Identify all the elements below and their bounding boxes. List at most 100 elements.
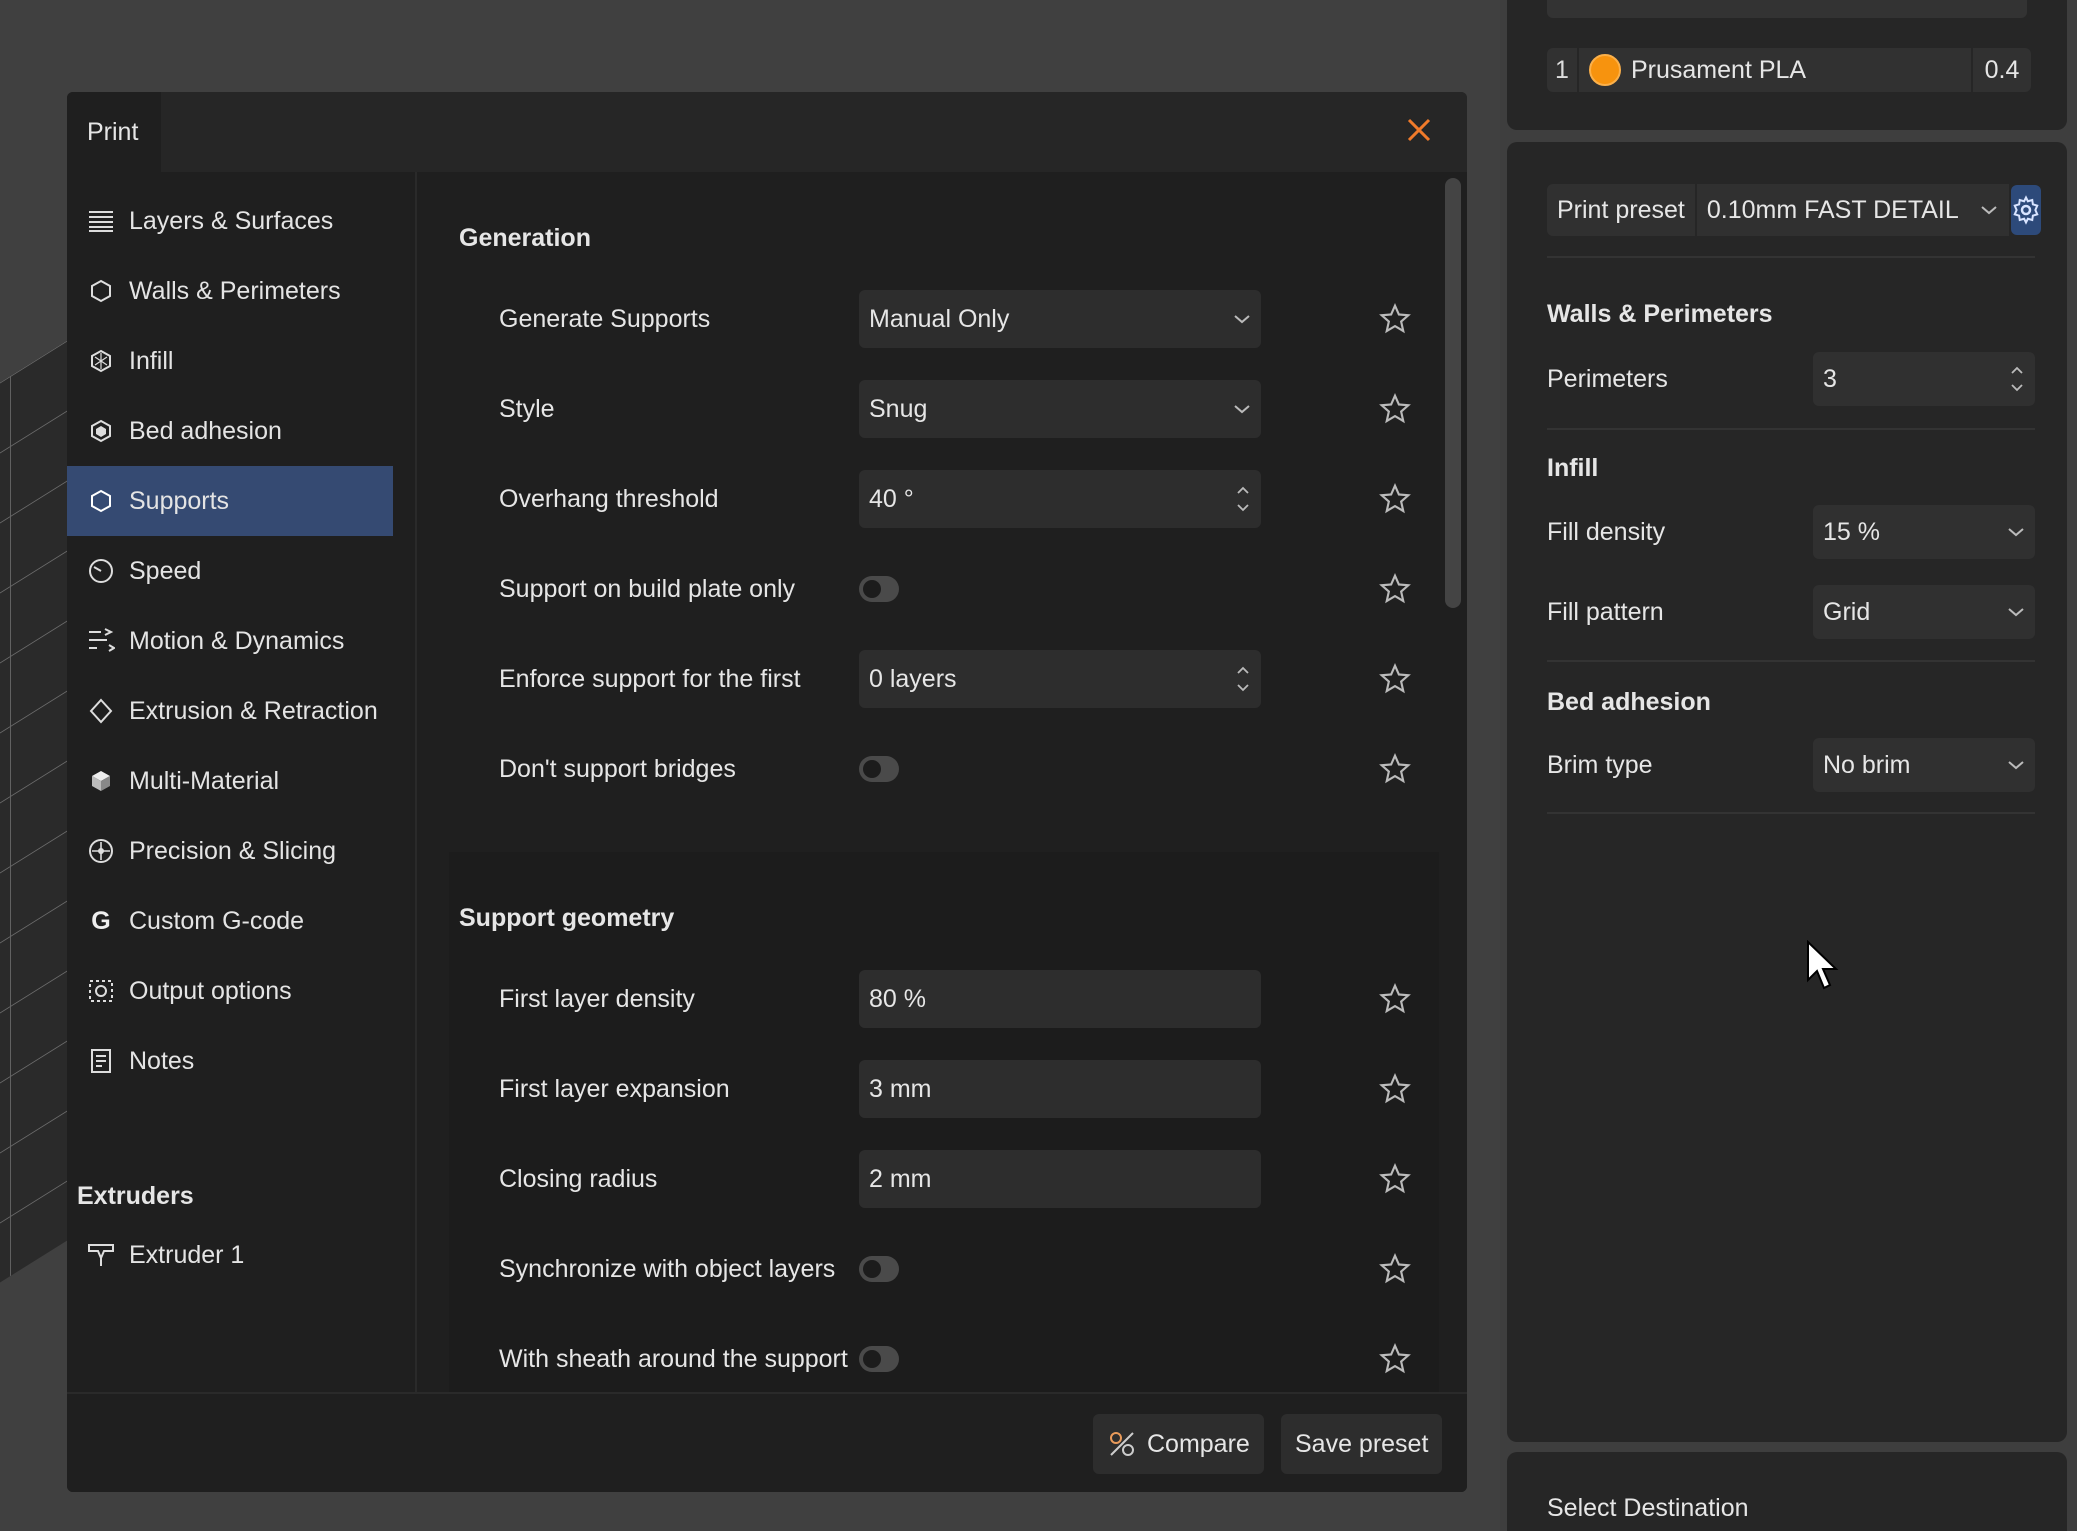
save-preset-button[interactable]: Save preset	[1281, 1414, 1443, 1474]
favorite-star-icon[interactable]	[1379, 393, 1411, 425]
favorite-star-icon[interactable]	[1379, 1163, 1411, 1195]
closing-radius-input[interactable]: 2 mm	[859, 1150, 1261, 1208]
compare-button[interactable]: Compare	[1093, 1414, 1264, 1474]
generate-supports-value: Manual Only	[869, 304, 1010, 333]
sync-object-layers-row: Synchronize with object layers	[499, 1240, 1411, 1298]
nav-label: Extrusion & Retraction	[129, 696, 378, 725]
nav-item-bed-adhesion[interactable]: Bed adhesion	[67, 396, 393, 466]
nav-item-speed[interactable]: Speed	[67, 536, 393, 606]
select-destination[interactable]: Select Destination	[1547, 1494, 1749, 1523]
nozzle-diameter[interactable]: 0.4	[1971, 48, 2031, 92]
nav-item-extrusion-retraction[interactable]: Extrusion & Retraction	[67, 676, 393, 746]
print-preset-label: Print preset	[1547, 184, 1697, 236]
print-settings-dialog: Print Layers & Surfaces Walls & Perimete…	[67, 92, 1467, 1492]
print-preset-select[interactable]: Print preset 0.10mm FAST DETAIL	[1547, 184, 2009, 236]
enforce-first-layers-label: Enforce support for the first	[499, 665, 801, 693]
walls-section-title: Walls & Perimeters	[1547, 300, 1773, 328]
favorite-star-icon[interactable]	[1379, 483, 1411, 515]
nav-label: Infill	[129, 346, 174, 375]
nav-item-infill[interactable]: Infill	[67, 326, 393, 396]
nav-label: Precision & Slicing	[129, 836, 337, 865]
favorite-star-icon[interactable]	[1379, 573, 1411, 605]
nav-item-custom-gcode[interactable]: G Custom G-code	[67, 886, 393, 956]
fill-density-select[interactable]: 15 %	[1813, 505, 2035, 559]
nav-item-layers-surfaces[interactable]: Layers & Surfaces	[67, 186, 393, 256]
fill-pattern-label: Fill pattern	[1547, 597, 1664, 626]
sheath-toggle[interactable]	[859, 1346, 899, 1372]
build-plate-only-row: Support on build plate only	[499, 560, 1411, 618]
favorite-star-icon[interactable]	[1379, 753, 1411, 785]
chevron-down-icon	[1969, 200, 2009, 221]
dialog-footer: Compare Save preset	[67, 1392, 1467, 1492]
nav-item-multi-material[interactable]: Multi-Material	[67, 746, 393, 816]
sheath-label: With sheath around the support	[499, 1345, 848, 1373]
favorite-star-icon[interactable]	[1379, 1073, 1411, 1105]
mouse-cursor-icon	[1807, 940, 1839, 990]
first-layer-expansion-label: First layer expansion	[499, 1075, 730, 1103]
first-layer-density-row: First layer density 80 %	[499, 970, 1411, 1028]
favorite-star-icon[interactable]	[1379, 1253, 1411, 1285]
perimeters-stepper[interactable]: 3	[1813, 352, 2035, 406]
tab-print[interactable]: Print	[67, 92, 161, 172]
nav-label: Notes	[129, 1046, 195, 1075]
infill-icon	[87, 347, 115, 375]
nav-item-precision-slicing[interactable]: Precision & Slicing	[67, 816, 393, 886]
style-row: Style Snug	[499, 380, 1411, 438]
filament-color-swatch[interactable]	[1589, 54, 1621, 86]
compare-label: Compare	[1147, 1429, 1250, 1458]
motion-icon	[87, 627, 115, 655]
fill-pattern-row: Fill pattern Grid	[1547, 585, 2035, 639]
nav-item-motion-dynamics[interactable]: Motion & Dynamics	[67, 606, 393, 676]
nav-item-extruder-1[interactable]: Extruder 1	[67, 1220, 393, 1290]
nav-item-output-options[interactable]: Output options	[67, 956, 393, 1026]
precision-icon	[87, 837, 115, 865]
compare-icon	[1110, 1432, 1134, 1456]
nav-label: Walls & Perimeters	[129, 276, 341, 305]
brim-type-select[interactable]: No brim	[1813, 738, 2035, 792]
support-geometry-section	[449, 852, 1439, 1392]
first-layer-expansion-input[interactable]: 3 mm	[859, 1060, 1261, 1118]
sync-object-layers-toggle[interactable]	[859, 1256, 899, 1282]
printer-select[interactable]	[1547, 0, 2027, 18]
build-plate-only-label: Support on build plate only	[499, 575, 796, 603]
first-layer-density-input[interactable]: 80 %	[859, 970, 1261, 1028]
favorite-star-icon[interactable]	[1379, 663, 1411, 695]
fill-density-row: Fill density 15 %	[1547, 505, 2035, 559]
generate-supports-row: Generate Supports Manual Only	[499, 290, 1411, 348]
style-select[interactable]: Snug	[859, 380, 1261, 438]
favorite-star-icon[interactable]	[1379, 983, 1411, 1015]
nav-item-supports[interactable]: Supports	[67, 466, 393, 536]
fill-pattern-select[interactable]: Grid	[1813, 585, 2035, 639]
dont-support-bridges-toggle[interactable]	[859, 756, 899, 782]
filament-index: 1	[1547, 48, 1579, 92]
nav-label: Multi-Material	[129, 766, 280, 795]
favorite-star-icon[interactable]	[1379, 303, 1411, 335]
nav-label: Extruder 1	[129, 1240, 245, 1269]
closing-radius-label: Closing radius	[499, 1165, 658, 1193]
perimeters-value: 3	[1823, 364, 1837, 393]
build-plate-only-toggle[interactable]	[859, 576, 899, 602]
spin-arrows-icon[interactable]	[1235, 482, 1251, 516]
preset-settings-button[interactable]	[2010, 185, 2041, 235]
overhang-threshold-stepper[interactable]: 40 °	[859, 470, 1261, 528]
enforce-first-layers-stepper[interactable]: 0 layers	[859, 650, 1261, 708]
nav-item-walls-perimeters[interactable]: Walls & Perimeters	[67, 256, 393, 326]
nav-label: Supports	[129, 486, 230, 515]
scrollbar[interactable]	[1445, 178, 1461, 608]
settings-content: Generation Generate Supports Manual Only…	[419, 172, 1467, 1392]
bed-adhesion-icon	[87, 417, 115, 445]
destination-panel[interactable]: Select Destination	[1507, 1452, 2067, 1531]
speed-icon	[87, 557, 115, 585]
close-button[interactable]	[1397, 108, 1441, 152]
favorite-star-icon[interactable]	[1379, 1343, 1411, 1375]
nav-label: Speed	[129, 556, 202, 585]
close-icon	[1407, 118, 1431, 142]
generate-supports-select[interactable]: Manual Only	[859, 290, 1261, 348]
nav-item-notes[interactable]: Notes	[67, 1026, 393, 1096]
spin-arrows-icon[interactable]	[2009, 363, 2025, 395]
fill-density-label: Fill density	[1547, 517, 1666, 546]
filament-row[interactable]: 1 Prusament PLA 0.4	[1547, 48, 2031, 92]
spin-arrows-icon[interactable]	[1235, 662, 1251, 696]
filament-panel: 1 Prusament PLA 0.4	[1507, 0, 2067, 130]
extruder-icon	[87, 1241, 115, 1269]
